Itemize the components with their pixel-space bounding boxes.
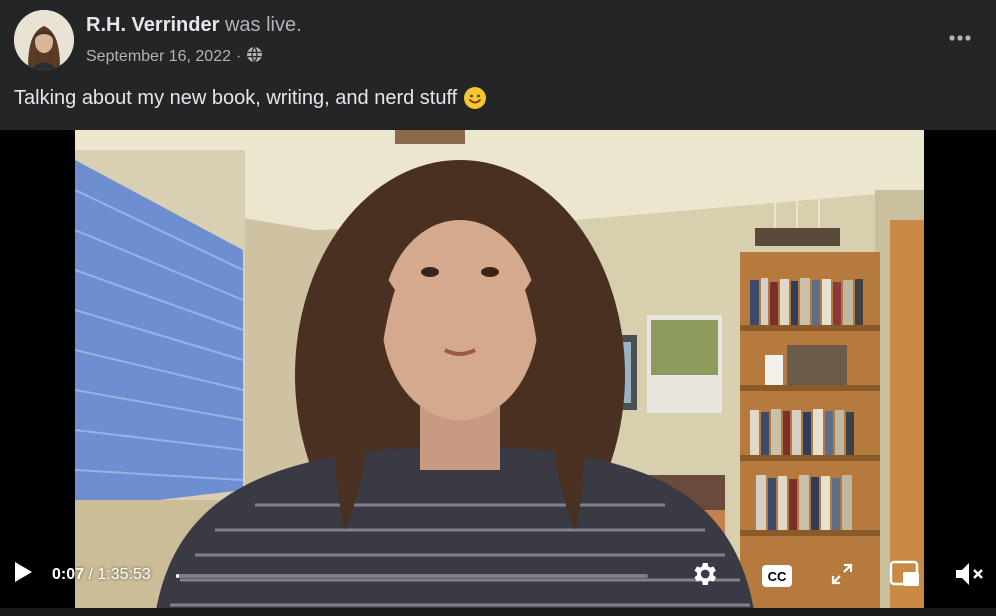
fullscreen-button[interactable] [828, 562, 856, 590]
more-options-button[interactable] [942, 20, 978, 56]
author-line: R.H. Verrinder was live. [86, 14, 302, 37]
mute-button[interactable] [952, 560, 986, 592]
duration: 1:35:53 [97, 566, 151, 583]
settings-button[interactable] [688, 560, 720, 592]
post-header: R.H. Verrinder was live. September 16, 2… [0, 0, 996, 130]
picture-in-picture-icon [889, 559, 921, 594]
globe-icon [246, 46, 263, 68]
author-action-text: was live. [224, 14, 302, 36]
cc-label: CC [767, 568, 787, 584]
progress-bar[interactable] [176, 574, 648, 578]
time-display: 0:07 / 1:35:53 [52, 566, 151, 584]
video-controls: 0:07 / 1:35:53 CC [0, 540, 996, 610]
fullscreen-icon [830, 562, 854, 591]
post-date-link[interactable]: September 16, 2022 [86, 48, 231, 66]
play-icon [12, 560, 34, 589]
author-name-link[interactable]: R.H. Verrinder [86, 14, 219, 36]
play-button[interactable] [10, 560, 36, 588]
meta-separator: · [236, 48, 242, 65]
bottom-bar [0, 608, 996, 616]
post-text-content: Talking about my new book, writing, and … [14, 86, 458, 109]
closed-captions-button[interactable]: CC [760, 562, 794, 590]
picture-in-picture-button[interactable] [888, 560, 922, 592]
slightly-smiling-face-icon [463, 86, 487, 110]
ellipsis-icon [948, 29, 972, 47]
closed-captions-icon: CC [762, 565, 792, 587]
post-meta: September 16, 2022 · [86, 46, 263, 68]
current-time: 0:07 [52, 566, 85, 583]
settings-gear-icon [689, 559, 719, 594]
video-player[interactable]: 0:07 / 1:35:53 CC [0, 130, 996, 616]
post-text: Talking about my new book, writing, and … [14, 86, 487, 110]
time-separator: / [88, 566, 93, 583]
author-avatar[interactable] [14, 10, 74, 70]
progress-fill [176, 574, 179, 578]
volume-muted-icon [953, 560, 985, 593]
